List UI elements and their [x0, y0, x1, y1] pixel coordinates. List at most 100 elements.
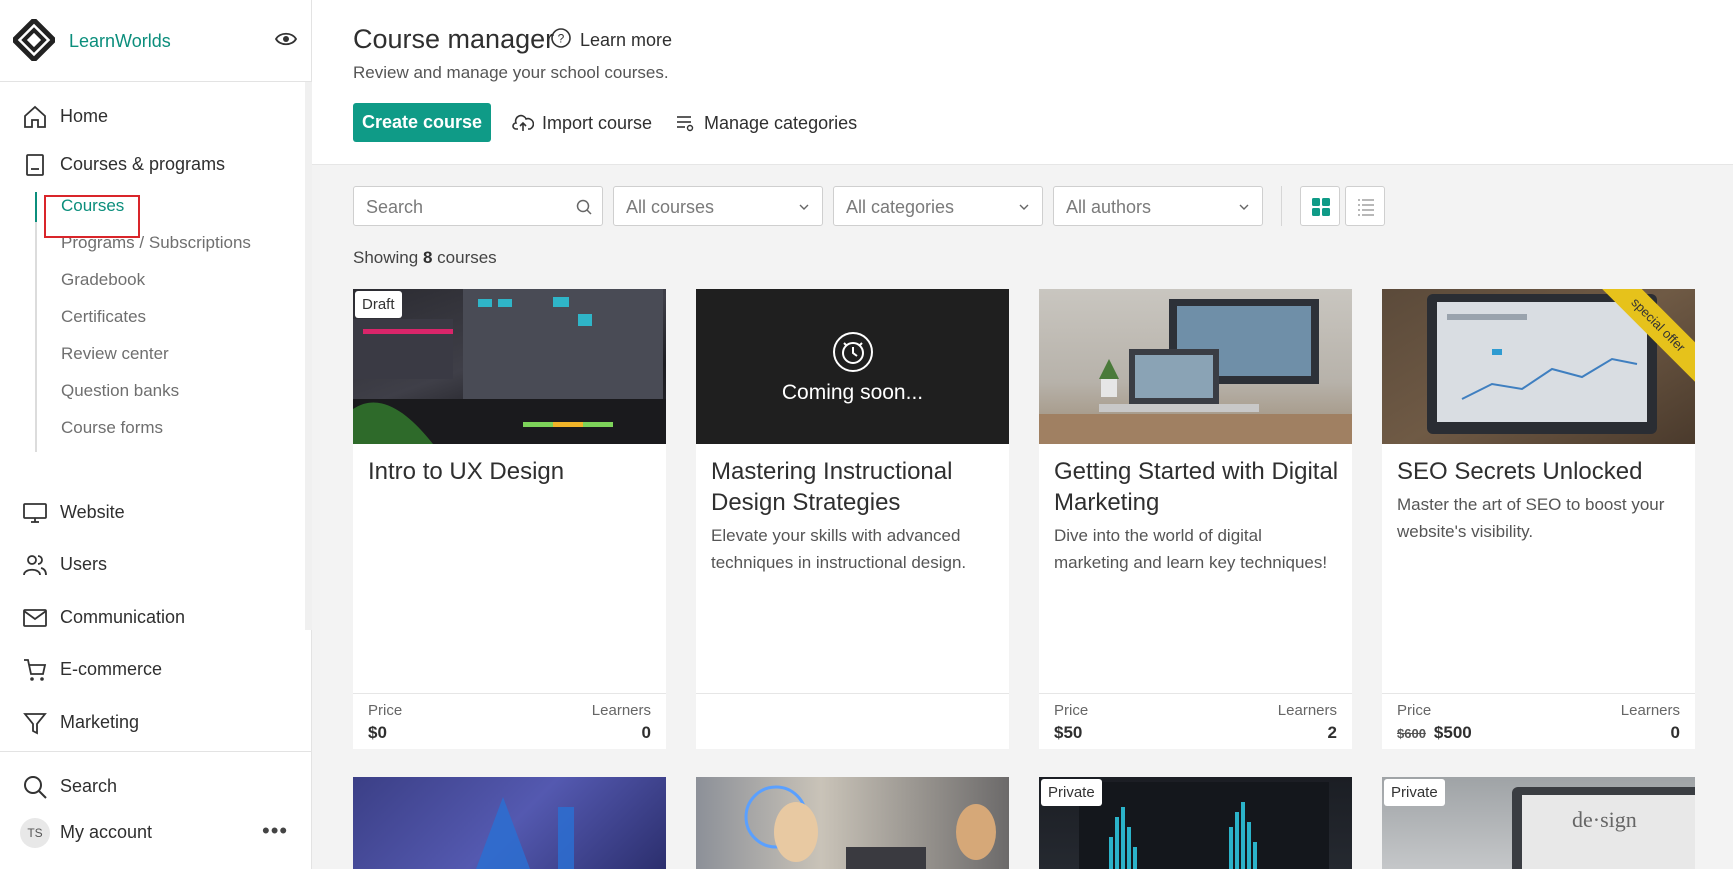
sidebar-item-courses-programs[interactable]: Courses & programs	[0, 144, 305, 184]
course-card[interactable]	[696, 777, 1009, 869]
course-card[interactable]: de·sign Private	[1382, 777, 1695, 869]
course-title[interactable]: Mastering Instructional Design Strategie…	[711, 456, 996, 518]
course-footer: Price $600 $500 Learners 0	[1382, 693, 1695, 749]
sidebar-item-home[interactable]: Home	[0, 96, 305, 136]
course-card[interactable]: Private	[1039, 777, 1352, 869]
course-thumbnail: special offer	[1382, 289, 1695, 444]
subnav-item-gradebook[interactable]: Gradebook	[61, 270, 145, 290]
team-meeting-image	[744, 785, 996, 869]
page-subtitle: Review and manage your school courses.	[353, 63, 669, 82]
ai-image	[476, 797, 574, 869]
course-card[interactable]: Getting Started with Digital Marketing D…	[1039, 289, 1352, 749]
import-course-button[interactable]: Import course	[512, 103, 662, 142]
old-price: $600	[1397, 726, 1426, 741]
list-icon	[1358, 199, 1374, 216]
sidebar-item-ecommerce[interactable]: E-commerce	[0, 649, 305, 689]
course-title[interactable]: SEO Secrets Unlocked	[1397, 456, 1682, 487]
categories-filter-select[interactable]: All categories	[833, 186, 1043, 226]
main-area: Course manager ? Learn more Review and m…	[312, 0, 1733, 869]
chevron-down-icon	[1239, 204, 1249, 210]
authors-filter-select[interactable]: All authors	[1053, 186, 1263, 226]
svg-text:?: ?	[558, 32, 565, 46]
sidebar-item-label: Marketing	[60, 712, 140, 732]
search-icon	[576, 199, 592, 215]
new-price: $500	[1433, 723, 1472, 742]
price-value: $0	[368, 723, 387, 742]
status-badge: Draft	[355, 291, 402, 318]
learnworlds-logo-icon[interactable]	[13, 19, 55, 61]
course-card[interactable]	[353, 777, 666, 869]
coming-soon-overlay: Coming soon...	[696, 289, 1009, 444]
course-description: Elevate your skills with advanced techni…	[711, 526, 967, 572]
search-icon	[24, 776, 47, 799]
eye-icon[interactable]	[274, 29, 298, 49]
learners-label: Learners	[1277, 702, 1337, 719]
course-title[interactable]: Getting Started with Digital Marketing	[1054, 456, 1339, 518]
grid-view-button[interactable]	[1300, 186, 1340, 226]
price-value: $600 $500	[1397, 723, 1472, 743]
price-label: Price	[368, 702, 403, 719]
course-title[interactable]: Intro to UX Design	[368, 456, 653, 487]
mail-icon	[23, 609, 47, 627]
learners-value: 2	[1327, 723, 1337, 742]
create-course-button[interactable]: Create course	[353, 103, 491, 142]
chevron-down-icon	[1019, 204, 1029, 210]
subnav-item-certificates[interactable]: Certificates	[61, 307, 146, 327]
highlight-box	[44, 195, 140, 238]
subnav-item-review-center[interactable]: Review center	[61, 344, 169, 364]
courses-filter-value: All courses	[626, 197, 715, 217]
search-placeholder: Search	[366, 197, 424, 217]
course-thumbnail: de·sign Private	[1382, 777, 1695, 869]
sidebar-item-communication[interactable]: Communication	[0, 597, 305, 637]
manage-categories-button[interactable]: Manage categories	[674, 103, 864, 142]
sidebar-my-account[interactable]: My account	[0, 812, 305, 852]
course-thumbnail: Coming soon...	[696, 289, 1009, 444]
sidebar-item-website[interactable]: Website	[0, 492, 305, 532]
sidebar-item-label: E-commerce	[60, 659, 163, 679]
help-circle-icon: ?	[551, 28, 571, 48]
divider	[1281, 186, 1282, 226]
cart-icon	[24, 659, 47, 681]
sidebar-item-users[interactable]: Users	[0, 544, 305, 584]
price-label: Price	[1397, 702, 1432, 719]
sidebar-search[interactable]: Search	[0, 766, 305, 806]
active-indicator	[35, 192, 37, 222]
chevron-down-icon	[799, 204, 809, 210]
sidebar-item-marketing[interactable]: Marketing	[0, 702, 305, 742]
sidebar-header: LearnWorlds	[0, 0, 311, 82]
sidebar-search-label: Search	[60, 776, 118, 796]
categories-filter-value: All categories	[846, 197, 955, 217]
more-options-icon[interactable]: •••	[262, 818, 288, 844]
course-thumbnail	[1039, 289, 1352, 444]
search-input[interactable]: Search	[353, 186, 603, 226]
count-suffix: courses	[437, 248, 497, 267]
course-card[interactable]: Draft Intro to UX Design Price $0 Learne…	[353, 289, 666, 749]
page-header: Course manager ? Learn more Review and m…	[312, 0, 1733, 165]
course-description: Master the art of SEO to boost your webs…	[1397, 495, 1665, 541]
course-card[interactable]: special offer SEO Secrets Unlocked Maste…	[1382, 289, 1695, 749]
course-thumbnail: Private	[1039, 777, 1352, 869]
sidebar-scrollbar[interactable]	[305, 82, 312, 630]
brand-name[interactable]: LearnWorlds	[69, 31, 171, 52]
list-view-button[interactable]	[1345, 186, 1385, 226]
sidebar-item-label: Communication	[60, 607, 186, 627]
learn-more-label: Learn more	[580, 30, 673, 50]
sidebar-item-label: Home	[60, 106, 109, 126]
book-icon	[26, 154, 44, 176]
price-value: $50	[1054, 723, 1083, 742]
course-footer: Price $0 Learners 0	[353, 693, 666, 749]
list-settings-icon	[677, 116, 694, 132]
course-count: Showing 8 courses	[353, 248, 497, 268]
monitor-icon	[23, 503, 47, 523]
courses-filter-select[interactable]: All courses	[613, 186, 823, 226]
desk-laptop-image	[1039, 299, 1352, 444]
sidebar-footer: Search TS My account •••	[0, 751, 311, 869]
subnav-item-course-forms[interactable]: Course forms	[61, 418, 163, 438]
course-card[interactable]: Coming soon... Mastering Instructional D…	[696, 289, 1009, 749]
count-value: 8	[422, 248, 433, 267]
learners-value: 0	[641, 723, 651, 742]
funnel-icon	[23, 713, 47, 735]
learners-value: 0	[1670, 723, 1680, 742]
subnav-item-question-banks[interactable]: Question banks	[61, 381, 179, 401]
grid-icon	[1312, 198, 1330, 216]
